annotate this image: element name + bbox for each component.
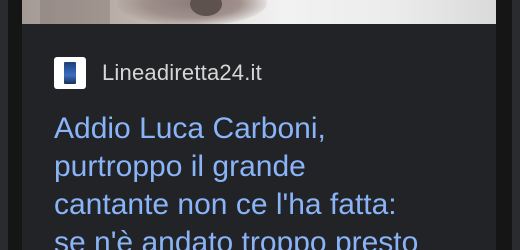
lineadiretta24-logo-icon	[54, 57, 86, 89]
news-card[interactable]: Lineadiretta24.it Addio Luca Carboni, pu…	[22, 0, 496, 250]
article-thumbnail[interactable]	[22, 0, 496, 24]
source-name: Lineadiretta24.it	[102, 60, 262, 85]
headline-line: Addio Luca Carboni,	[54, 112, 326, 145]
thumbnail-shade	[40, 0, 110, 24]
logo-mark	[64, 62, 76, 84]
next-card-edge[interactable]	[512, 0, 520, 250]
source-row[interactable]: Lineadiretta24.it	[54, 56, 262, 90]
headline-line: se n'è andato troppo presto	[54, 226, 419, 250]
headline-line: purtroppo il grande	[54, 150, 306, 183]
news-feed-viewport: Lineadiretta24.it Addio Luca Carboni, pu…	[0, 0, 520, 250]
article-headline[interactable]: Addio Luca Carboni, purtroppo il grande …	[54, 110, 494, 250]
headline-line: cantante non ce l'ha fatta:	[54, 188, 397, 221]
previous-card-edge[interactable]	[0, 0, 8, 250]
